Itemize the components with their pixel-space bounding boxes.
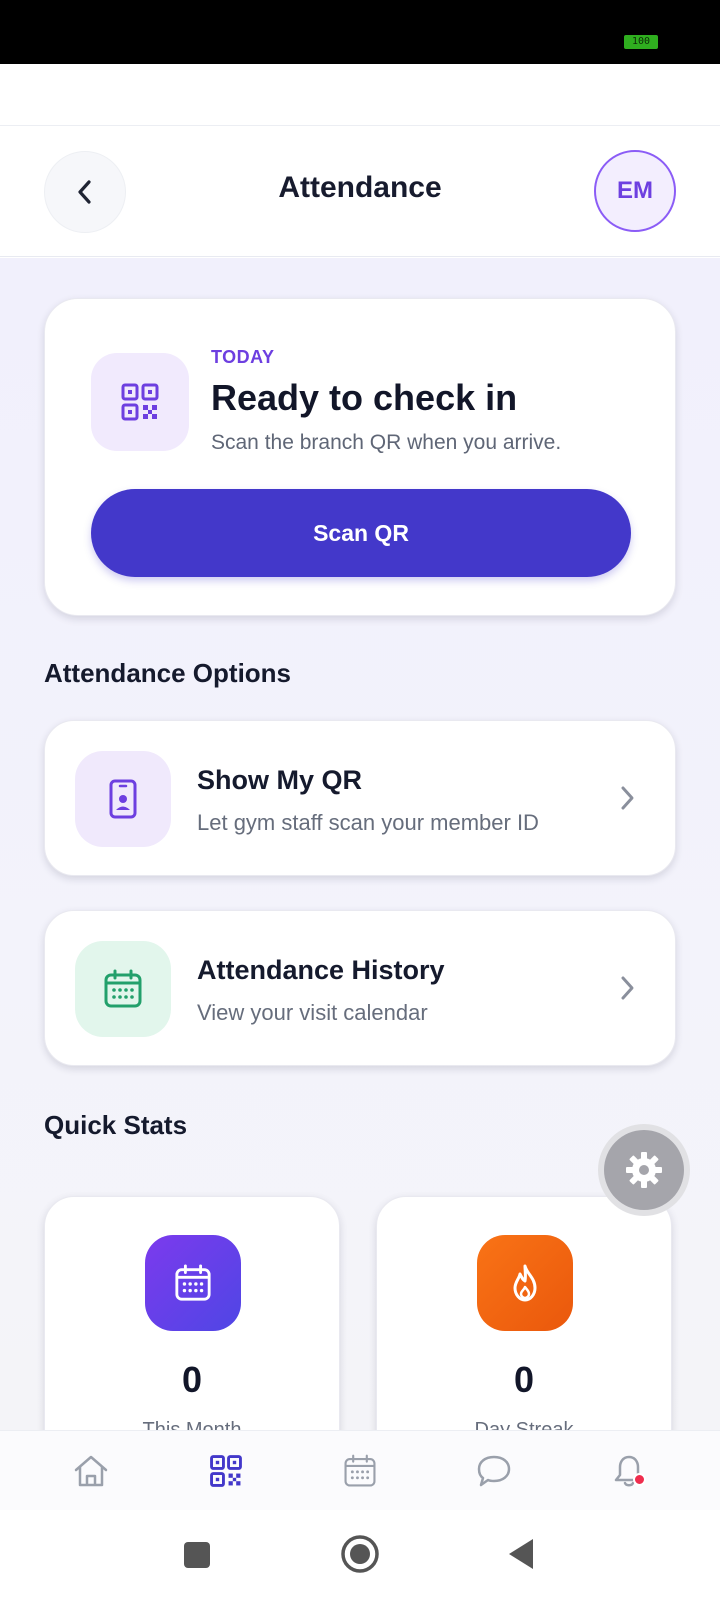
main-content[interactable]: TODAY Ready to check in Scan the branch …: [0, 258, 720, 1430]
calendar-icon: [344, 1454, 376, 1487]
option-title: Show My QR: [197, 765, 363, 795]
settings-fab[interactable]: [598, 1124, 690, 1216]
stat-value: 0: [513, 1359, 535, 1400]
bottom-navigation: [0, 1430, 720, 1510]
nav-notifications[interactable]: [589, 1441, 669, 1501]
nav-home[interactable]: [51, 1441, 131, 1501]
calendar-icon: [175, 1264, 211, 1301]
top-spacer: [0, 64, 720, 126]
option-title: Attendance History: [197, 955, 445, 985]
back-triangle-icon[interactable]: [506, 1537, 536, 1571]
stat-card-day-streak: 0 Day Streak: [376, 1196, 672, 1430]
system-navigation-bar: [0, 1510, 720, 1600]
chevron-right-icon: [619, 973, 637, 1003]
battery-indicator: 100: [624, 35, 658, 49]
stat-card-this-month: 0 This Month: [44, 1196, 340, 1430]
checkin-card: TODAY Ready to check in Scan the branch …: [44, 298, 676, 616]
nav-calendar[interactable]: [320, 1441, 400, 1501]
checkin-subtitle: Scan the branch QR when you arrive.: [211, 431, 562, 454]
stat-label: Day Streak: [474, 1419, 574, 1430]
scan-qr-button[interactable]: Scan QR: [91, 489, 631, 577]
gear-icon: [626, 1152, 662, 1188]
home-icon: [74, 1455, 108, 1486]
chevron-right-icon: [619, 783, 637, 813]
app-header: Attendance EM: [0, 127, 720, 257]
show-my-qr-option[interactable]: Show My QR Let gym staff scan your membe…: [44, 720, 676, 876]
stat-icon-tile: [477, 1235, 573, 1331]
calendar-icon: [104, 969, 142, 1008]
option-icon-tile: [75, 941, 171, 1037]
checkin-title: Ready to check in: [211, 377, 518, 418]
option-icon-tile: [75, 751, 171, 847]
avatar[interactable]: EM: [594, 150, 676, 232]
attendance-history-option[interactable]: Attendance History View your visit calen…: [44, 910, 676, 1066]
flame-icon: [513, 1264, 537, 1302]
qr-code-icon: [121, 383, 159, 421]
chat-icon: [478, 1455, 511, 1486]
nav-qr[interactable]: [186, 1441, 266, 1501]
fab-inner: [604, 1130, 684, 1210]
today-label: TODAY: [211, 347, 275, 367]
qr-tile: [91, 353, 189, 451]
nav-chat[interactable]: [454, 1441, 534, 1501]
status-bar: 100: [0, 0, 720, 64]
notification-dot: [632, 1472, 646, 1486]
home-circle-icon[interactable]: [340, 1534, 380, 1574]
stat-value: 0: [181, 1359, 203, 1400]
phone-id-icon: [109, 779, 137, 819]
recents-icon[interactable]: [182, 1540, 212, 1570]
quick-stats-title: Quick Stats: [44, 1110, 188, 1140]
stat-label: This Month: [142, 1419, 242, 1430]
qr-icon: [209, 1454, 242, 1487]
attendance-options-title: Attendance Options: [44, 658, 292, 688]
option-subtitle: View your visit calendar: [197, 1000, 428, 1025]
option-subtitle: Let gym staff scan your member ID: [197, 810, 539, 835]
stat-icon-tile: [145, 1235, 241, 1331]
